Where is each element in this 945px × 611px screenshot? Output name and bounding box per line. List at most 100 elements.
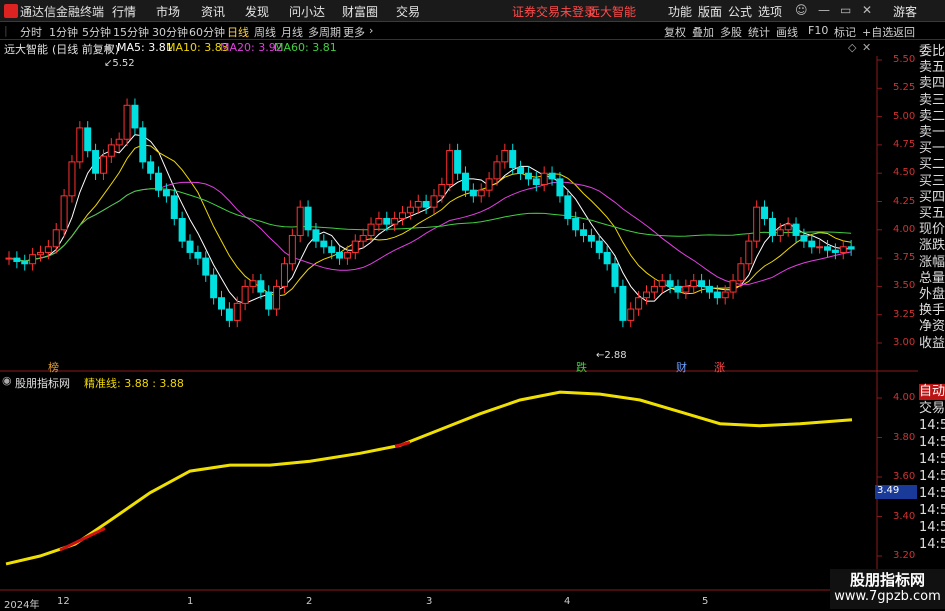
menu-zixun[interactable]: 资讯 bbox=[201, 3, 225, 20]
candle-body bbox=[249, 280, 257, 287]
menu-xuanxiang[interactable]: 选项 bbox=[758, 3, 782, 20]
quote-field-label[interactable]: 买二 bbox=[919, 157, 945, 173]
duogu-button[interactable]: 多股 bbox=[720, 24, 742, 40]
tab-fenshi[interactable]: 分时 bbox=[20, 24, 42, 40]
more-chevron-icon[interactable]: › bbox=[369, 24, 373, 37]
candle-body bbox=[682, 285, 690, 293]
tick-time[interactable]: 14:56 bbox=[919, 503, 945, 519]
candle-body bbox=[178, 217, 186, 242]
menu-jiaoyi[interactable]: 交易 bbox=[396, 3, 420, 20]
ma-settings-icon[interactable]: ◉ bbox=[104, 41, 114, 54]
tab-more[interactable]: 更多 bbox=[343, 24, 365, 40]
quote-field-label[interactable]: 收益 bbox=[919, 336, 945, 352]
high-price-label: ↙5.52 bbox=[104, 58, 135, 69]
indicator-settings-icon[interactable]: ◉ bbox=[2, 374, 12, 387]
menu-hangqing[interactable]: 行情 bbox=[112, 3, 136, 20]
current-stock-name: 远大智能 bbox=[588, 5, 637, 19]
candle-body bbox=[162, 189, 170, 197]
panel-close-icon[interactable]: ✕ bbox=[862, 41, 871, 54]
trade-panel-label[interactable]: 交易 bbox=[919, 401, 945, 417]
user-icon[interactable]: ☺ bbox=[795, 3, 808, 17]
quote-field-label[interactable]: 涨幅 bbox=[919, 255, 945, 271]
tick-time[interactable]: 14:56 bbox=[919, 452, 945, 468]
candle-body bbox=[611, 263, 619, 287]
candle-body bbox=[107, 144, 115, 157]
marker-bang[interactable]: 榜 bbox=[48, 359, 59, 375]
candle-body bbox=[336, 251, 344, 259]
tab-weekly[interactable]: 周线 bbox=[254, 24, 276, 40]
menu-gongshi[interactable]: 公式 bbox=[728, 3, 752, 20]
restore-icon[interactable]: ▭ bbox=[840, 3, 851, 17]
quote-field-label[interactable]: 买三 bbox=[919, 174, 945, 190]
tab-5min[interactable]: 5分钟 bbox=[82, 24, 111, 40]
app-logo-icon bbox=[4, 4, 18, 18]
x-label-may: 5 bbox=[702, 596, 709, 607]
tab-15min[interactable]: 15分钟 bbox=[113, 24, 149, 40]
marker-cai[interactable]: 财 bbox=[676, 359, 687, 375]
quote-field-label[interactable]: 卖四 bbox=[919, 76, 945, 92]
menu-wenxiaoda[interactable]: 问小达 bbox=[289, 3, 325, 20]
candle-body bbox=[194, 251, 202, 259]
f10-button[interactable]: F10 bbox=[808, 24, 828, 37]
biaoji-button[interactable]: 标记 bbox=[834, 24, 856, 40]
quote-field-label[interactable]: 买四 bbox=[919, 190, 945, 206]
tick-time[interactable]: 14:56 bbox=[919, 520, 945, 536]
quote-field-label[interactable]: 卖一 bbox=[919, 125, 945, 141]
tab-60min[interactable]: 60分钟 bbox=[189, 24, 225, 40]
candle-body bbox=[454, 150, 462, 174]
candle-body bbox=[658, 280, 666, 287]
tab-30min[interactable]: 30分钟 bbox=[152, 24, 188, 40]
menu-bar: 通达信金融终端 行情 市场 资讯 发现 问小达 财富圈 交易 证券交易未登录 远… bbox=[0, 0, 945, 22]
tick-time[interactable]: 14:56 bbox=[919, 469, 945, 485]
tick-time[interactable]: 14:56 bbox=[919, 537, 945, 553]
fuquan-button[interactable]: 复权 bbox=[664, 24, 686, 40]
menu-gongneng[interactable]: 功能 bbox=[668, 3, 692, 20]
diamond-icon[interactable]: ◇ bbox=[848, 41, 856, 54]
quote-field-label[interactable]: 卖三 bbox=[919, 93, 945, 109]
tab-daily[interactable]: 日线 bbox=[227, 24, 249, 40]
add-watchlist-button[interactable]: +自选 bbox=[862, 24, 893, 40]
candle-body bbox=[60, 195, 68, 231]
quote-field-label[interactable]: 卖五 bbox=[919, 60, 945, 76]
menu-banmian[interactable]: 版面 bbox=[698, 3, 722, 20]
candle-body bbox=[375, 217, 383, 225]
diejia-button[interactable]: 叠加 bbox=[692, 24, 714, 40]
candle-body bbox=[399, 212, 407, 219]
menu-caifuquan[interactable]: 财富圈 bbox=[342, 3, 378, 20]
close-icon[interactable]: ✕ bbox=[862, 3, 872, 17]
candle-body bbox=[123, 104, 131, 140]
candle-body bbox=[170, 195, 178, 219]
menu-shichang[interactable]: 市场 bbox=[156, 3, 180, 20]
tongji-button[interactable]: 统计 bbox=[748, 24, 770, 40]
candle-body bbox=[698, 280, 706, 287]
quote-field-label[interactable]: 委比 bbox=[919, 44, 945, 60]
tick-time[interactable]: 14:56 bbox=[919, 418, 945, 434]
tick-time[interactable]: 14:56 bbox=[919, 486, 945, 502]
quote-field-label[interactable]: 现价 bbox=[919, 222, 945, 238]
tab-monthly[interactable]: 月线 bbox=[281, 24, 303, 40]
candle-body bbox=[548, 172, 556, 180]
huaxian-button[interactable]: 画线 bbox=[776, 24, 798, 40]
marker-zhang[interactable]: 涨 bbox=[714, 359, 725, 375]
low-price-label: ←2.88 bbox=[596, 350, 627, 361]
marker-die[interactable]: 跌 bbox=[576, 359, 587, 375]
quote-field-label[interactable]: 换手 bbox=[919, 303, 945, 319]
trade-login-status[interactable]: 证券交易未登录 bbox=[512, 3, 596, 20]
quote-field-label[interactable]: 外盘 bbox=[919, 287, 945, 303]
tab-1min[interactable]: 1分钟 bbox=[49, 24, 78, 40]
guest-label[interactable]: 游客 bbox=[893, 3, 917, 20]
quote-field-label[interactable]: 总量 bbox=[919, 271, 945, 287]
quote-field-label[interactable]: 买五 bbox=[919, 206, 945, 222]
quote-field-label[interactable]: 涨跌 bbox=[919, 238, 945, 254]
candle-body bbox=[304, 206, 312, 231]
menu-faxian[interactable]: 发现 bbox=[245, 3, 269, 20]
quote-field-label[interactable]: 卖二 bbox=[919, 109, 945, 125]
tick-time[interactable]: 14:56 bbox=[919, 435, 945, 451]
back-button[interactable]: 返回 bbox=[893, 24, 915, 40]
trade-panel-label[interactable]: 自动 bbox=[919, 384, 945, 400]
quote-field-label[interactable]: 净资 bbox=[919, 319, 945, 335]
minimize-icon[interactable]: — bbox=[818, 3, 830, 17]
candle-body bbox=[540, 172, 548, 186]
tab-multi-period[interactable]: 多周期 bbox=[308, 24, 341, 40]
quote-field-label[interactable]: 买一 bbox=[919, 141, 945, 157]
